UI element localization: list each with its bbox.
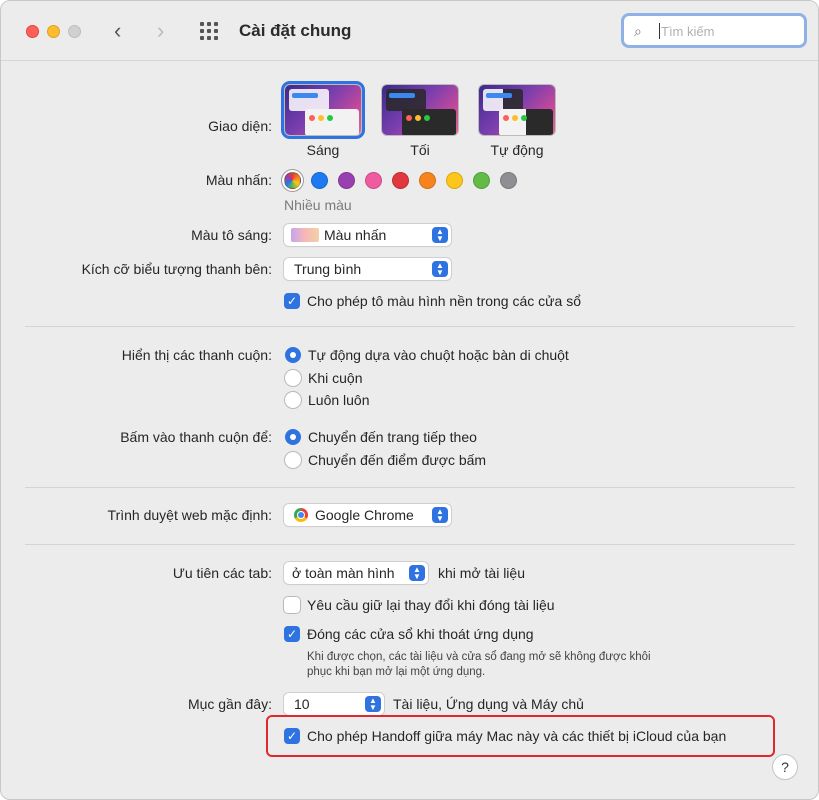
recent-items-suffix: Tài liệu, Ứng dụng và Máy chủ — [393, 696, 584, 712]
accent-multicolor-swatch[interactable] — [284, 172, 301, 189]
appearance-light-thumbnail[interactable] — [281, 81, 365, 139]
default-browser-popup[interactable]: Google Chrome ▲ ▼ — [284, 504, 451, 526]
wallpaper-tint-checkbox[interactable]: ✓ — [284, 293, 300, 309]
close-windows-note-line-1: Khi được chọn, các tài liệu và cửa sổ đa… — [307, 651, 651, 663]
default-browser-value: Google Chrome — [315, 507, 414, 523]
search-field[interactable]: ⌕ — [621, 13, 807, 48]
close-windows-checkbox[interactable]: ✓ — [284, 626, 300, 642]
ask-keep-changes-checkbox[interactable] — [284, 597, 300, 613]
jump-clicked-spot-label: Chuyển đến điểm được bấm — [308, 452, 487, 468]
separator — [25, 326, 795, 327]
chevron-updown-icon: ▲ ▼ — [432, 507, 448, 523]
highlight-color-label: Màu tô sáng: — [191, 227, 272, 243]
accent-purple-swatch[interactable] — [338, 172, 355, 189]
appearance-dark-thumbnail[interactable] — [381, 84, 459, 136]
recent-items-label: Mục gần đây: — [187, 696, 272, 712]
accent-caption: Nhiều màu — [284, 197, 352, 213]
appearance-auto-label: Tự động — [490, 142, 544, 158]
separator — [25, 487, 795, 488]
sidebar-icon-size-value: Trung bình — [294, 261, 362, 277]
preferences-window: ‹ › Cài đặt chung ⌕ Giao diện: — [0, 0, 819, 800]
help-button[interactable]: ? — [773, 755, 797, 779]
forward-button[interactable]: › — [157, 19, 164, 43]
accent-color-label: Màu nhấn: — [205, 172, 272, 188]
prefer-tabs-popup[interactable]: ở toàn màn hình ▲ ▼ — [284, 562, 428, 584]
appearance-auto-thumbnail[interactable] — [478, 84, 556, 136]
sidebar-icon-size-label: Kích cỡ biểu tượng thanh bên: — [81, 261, 272, 277]
appearance-label: Giao diện: — [208, 118, 272, 134]
scrollbars-when-scrolling-label: Khi cuộn — [308, 370, 363, 386]
close-window-button[interactable] — [26, 25, 39, 38]
wallpaper-tint-label: Cho phép tô màu hình nền trong các cửa s… — [307, 293, 581, 309]
chevron-updown-icon: ▲ ▼ — [365, 696, 381, 712]
default-browser-label: Trình duyệt web mặc định: — [107, 507, 272, 523]
highlight-color-value: Màu nhấn — [324, 227, 387, 243]
search-input[interactable] — [661, 21, 801, 41]
appearance-light-label: Sáng — [306, 142, 340, 158]
separator — [25, 544, 795, 545]
zoom-window-button[interactable] — [68, 25, 81, 38]
chrome-icon — [294, 508, 308, 522]
sidebar-icon-size-popup[interactable]: Trung bình ▲ ▼ — [284, 258, 451, 280]
scrollbars-auto-radio[interactable] — [285, 347, 301, 363]
scrollbars-when-scrolling-radio[interactable] — [285, 370, 301, 386]
chevron-updown-icon: ▲ ▼ — [432, 261, 448, 277]
scrollbars-always-label: Luôn luôn — [308, 392, 370, 408]
text-caret — [659, 23, 660, 39]
show-scrollbars-label: Hiển thị các thanh cuộn: — [121, 347, 272, 363]
accent-pink-swatch[interactable] — [365, 172, 382, 189]
handoff-checkbox[interactable]: ✓ — [284, 728, 300, 744]
search-icon: ⌕ — [634, 23, 642, 39]
click-scrollbar-label: Bấm vào thanh cuộn để: — [120, 429, 272, 445]
close-windows-note-line-2: phục khi bạn mở lại một ứng dụng. — [307, 666, 486, 678]
prefer-tabs-label: Ưu tiên các tab: — [172, 565, 272, 581]
accent-graphite-swatch[interactable] — [500, 172, 517, 189]
prefer-tabs-suffix: khi mở tài liệu — [438, 565, 525, 581]
toolbar: ‹ › Cài đặt chung ⌕ — [1, 1, 818, 61]
show-all-grid-icon[interactable] — [200, 22, 220, 40]
jump-next-page-radio[interactable] — [285, 429, 301, 445]
recent-items-popup[interactable]: 10 ▲ ▼ — [284, 693, 384, 715]
chevron-updown-icon: ▲ ▼ — [409, 565, 425, 581]
ask-keep-changes-label: Yêu cầu giữ lại thay đổi khi đóng tài li… — [307, 597, 555, 613]
accent-green-swatch[interactable] — [473, 172, 490, 189]
appearance-dark-label: Tối — [410, 142, 430, 158]
window-title: Cài đặt chung — [239, 21, 352, 40]
jump-clicked-spot-radio[interactable] — [285, 452, 301, 468]
prefer-tabs-value: ở toàn màn hình — [292, 565, 395, 581]
jump-next-page-label: Chuyển đến trang tiếp theo — [308, 429, 477, 445]
accent-blue-swatch[interactable] — [311, 172, 328, 189]
highlight-swatch — [291, 228, 319, 242]
scrollbars-always-radio[interactable] — [285, 392, 301, 408]
accent-red-swatch[interactable] — [392, 172, 409, 189]
accent-yellow-swatch[interactable] — [446, 172, 463, 189]
back-button[interactable]: ‹ — [114, 19, 121, 43]
highlight-color-popup[interactable]: Màu nhấn ▲ ▼ — [284, 224, 451, 246]
chevron-updown-icon: ▲ ▼ — [432, 227, 448, 243]
handoff-label: Cho phép Handoff giữa máy Mac này và các… — [307, 728, 727, 744]
accent-orange-swatch[interactable] — [419, 172, 436, 189]
minimize-window-button[interactable] — [47, 25, 60, 38]
recent-items-value: 10 — [294, 696, 310, 712]
close-windows-label: Đóng các cửa sổ khi thoát ứng dụng — [307, 626, 534, 642]
scrollbars-auto-label: Tự động dựa vào chuột hoặc bàn di chuột — [308, 347, 569, 363]
